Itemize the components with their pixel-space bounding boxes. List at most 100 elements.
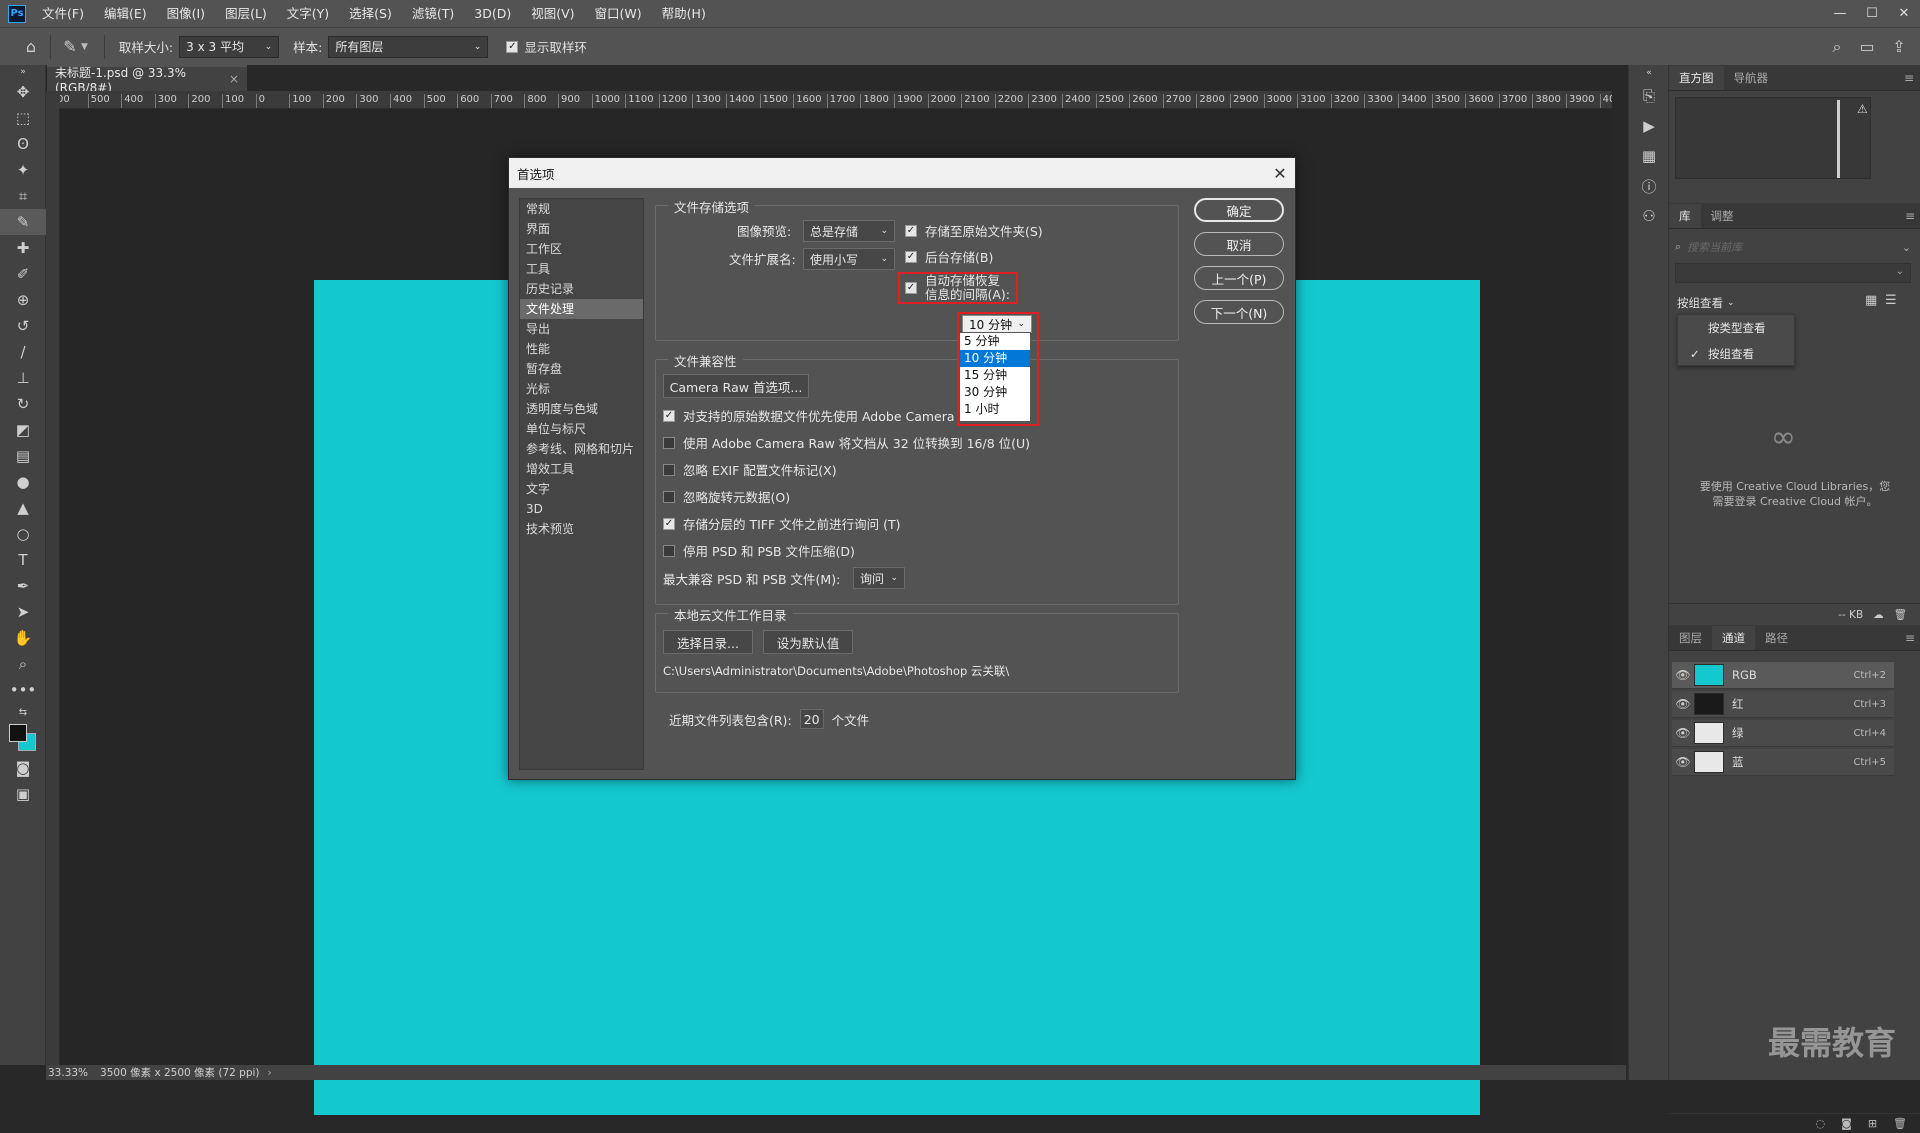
nav-item-4[interactable]: 历史记录 <box>520 279 643 299</box>
eye-icon[interactable]: 👁 <box>1672 668 1694 682</box>
save-to-original-checkbox[interactable]: ✓ <box>905 224 917 237</box>
dropdown-option-1[interactable]: 10 分钟 <box>960 350 1030 367</box>
panel-menu-icon[interactable]: ≡ <box>1905 204 1915 228</box>
tab-adjustments[interactable]: 调整 <box>1701 204 1744 228</box>
home-icon[interactable]: ⌂ <box>20 36 42 58</box>
eyedropper-tool-icon[interactable]: ✎ <box>0 209 46 235</box>
channel-row-blue[interactable]: 👁 蓝 Ctrl+5 <box>1672 749 1894 776</box>
cloud-sync-icon[interactable]: ☁ <box>1873 609 1884 621</box>
compat-option-2-checkbox[interactable] <box>663 436 675 449</box>
magic-wand-icon[interactable]: ✦ <box>0 157 46 183</box>
swap-colors-icon[interactable]: ⇆ <box>0 703 46 721</box>
clone-stamp-icon[interactable]: ⊕ <box>0 287 46 313</box>
load-selection-icon[interactable]: ◌ <box>1816 1117 1826 1130</box>
eye-icon[interactable]: 👁 <box>1672 755 1694 769</box>
menu-item-4[interactable]: 文字(Y) <box>277 0 339 27</box>
compat-option-4[interactable]: 忽略旋转元数据(O) <box>663 487 790 506</box>
move-tool-icon[interactable]: ✥ <box>0 79 46 105</box>
brush-alt-icon[interactable]: / <box>0 339 46 365</box>
eye-icon[interactable]: 👁 <box>1672 697 1694 711</box>
show-ring-checkbox[interactable]: ✓ <box>506 40 519 53</box>
background-save-option[interactable]: ✓ 后台存储(B) <box>905 247 993 266</box>
history-brush-icon[interactable]: ↺ <box>0 313 46 339</box>
tab-libraries[interactable]: 库 <box>1669 204 1701 228</box>
screen-mode-icon[interactable]: ▣ <box>0 781 46 807</box>
library-select[interactable]: ⌄ <box>1675 263 1911 283</box>
extension-select[interactable]: 使用小写 ⌄ <box>803 248 895 270</box>
menu-item-9[interactable]: 窗口(W) <box>585 0 652 27</box>
workspace-icon[interactable]: ▭ <box>1856 36 1878 58</box>
grid-view-icon[interactable]: ▦ <box>1865 293 1877 308</box>
compat-option-5[interactable]: ✓ 存储分层的 TIFF 文件之前进行询问 (T) <box>663 514 901 533</box>
recent-files-input[interactable]: 20 <box>799 709 824 729</box>
nav-item-10[interactable]: 透明度与色域 <box>520 399 643 419</box>
library-search[interactable]: ⌕ 搜索当前库 ⌄ <box>1675 237 1911 257</box>
set-default-button[interactable]: 设为默认值 <box>763 630 853 654</box>
save-to-original-option[interactable]: ✓ 存储至原始文件夹(S) <box>905 221 1043 240</box>
camera-raw-prefs-button[interactable]: Camera Raw 首选项... <box>663 374 809 398</box>
nav-item-6[interactable]: 导出 <box>520 319 643 339</box>
compat-option-5-checkbox[interactable]: ✓ <box>663 517 675 530</box>
compat-option-2[interactable]: 使用 Adobe Camera Raw 将文档从 32 位转换到 16/8 位(… <box>663 433 1030 452</box>
nav-item-2[interactable]: 工作区 <box>520 239 643 259</box>
type-tool-icon[interactable]: T <box>0 547 46 573</box>
dodge-tool-icon[interactable]: ○ <box>0 521 46 547</box>
menu-item-5[interactable]: 选择(S) <box>339 0 402 27</box>
max-compat-select[interactable]: 询问 ⌄ <box>853 567 905 589</box>
crop-tool-icon[interactable]: ⌗ <box>0 183 46 209</box>
close-icon[interactable]: ✕ <box>1265 164 1295 183</box>
actions-panel-icon[interactable]: ▶ <box>1629 111 1669 141</box>
nav-item-12[interactable]: 参考线、网格和切片 <box>520 439 643 459</box>
background-save-checkbox[interactable]: ✓ <box>905 250 917 263</box>
dropdown-option-3[interactable]: 30 分钟 <box>960 384 1030 401</box>
tab-channels[interactable]: 通道 <box>1712 626 1755 650</box>
channel-row-rgb[interactable]: 👁 RGB Ctrl+2 <box>1672 662 1894 689</box>
maximize-icon[interactable]: ☐ <box>1856 0 1888 27</box>
channel-row-red[interactable]: 👁 红 Ctrl+3 <box>1672 691 1894 718</box>
nav-item-1[interactable]: 界面 <box>520 219 643 239</box>
more-tools-icon[interactable]: ••• <box>0 677 46 703</box>
menu-item-10[interactable]: 帮助(H) <box>652 0 716 27</box>
zoom-tool-icon[interactable]: ⌕ <box>0 651 46 677</box>
menu-item-2[interactable]: 图像(I) <box>157 0 215 27</box>
chevron-down-icon[interactable]: ▼ <box>81 42 88 52</box>
minimize-icon[interactable]: — <box>1824 0 1856 27</box>
image-preview-select[interactable]: 总是存储 ⌄ <box>803 220 895 242</box>
tab-histogram[interactable]: 直方图 <box>1669 66 1724 90</box>
marquee-tool-icon[interactable]: ⬚ <box>0 105 46 131</box>
sample-select[interactable]: 所有图层 ⌄ <box>328 35 489 58</box>
nav-item-11[interactable]: 单位与标尺 <box>520 419 643 439</box>
zoom-level[interactable]: 33.33% <box>48 1067 88 1079</box>
trash-icon[interactable]: 🗑 <box>1894 608 1907 621</box>
dropdown-option-0[interactable]: 5 分钟 <box>960 333 1030 350</box>
properties-panel-icon[interactable]: ▦ <box>1629 141 1669 171</box>
chevron-right-icon[interactable]: › <box>268 1067 272 1079</box>
nav-item-15[interactable]: 3D <box>520 499 643 519</box>
dropdown-option-2[interactable]: 15 分钟 <box>960 367 1030 384</box>
foreground-color-swatch[interactable] <box>9 724 27 742</box>
compat-option-4-checkbox[interactable] <box>663 490 675 503</box>
menu-item-6[interactable]: 滤镜(T) <box>402 0 464 27</box>
previous-button[interactable]: 上一个(P) <box>1194 266 1284 290</box>
nav-item-0[interactable]: 常规 <box>520 199 643 219</box>
menu-item-0[interactable]: 文件(F) <box>32 0 94 27</box>
tab-navigator[interactable]: 导航器 <box>1724 66 1779 90</box>
tab-layers[interactable]: 图层 <box>1669 626 1712 650</box>
path-selection-icon[interactable]: ➤ <box>0 599 46 625</box>
choose-directory-button[interactable]: 选择目录... <box>663 630 753 654</box>
nav-item-5[interactable]: 文件处理 <box>520 299 643 319</box>
sample-size-select[interactable]: 3 x 3 平均 ⌄ <box>179 35 280 58</box>
compat-option-3-checkbox[interactable] <box>663 463 675 476</box>
color-swatches[interactable] <box>0 721 46 755</box>
new-channel-icon[interactable]: ⊞ <box>1868 1117 1877 1130</box>
share-icon[interactable]: ⇪ <box>1888 36 1910 58</box>
pen-tool-icon[interactable]: ✒ <box>0 573 46 599</box>
document-tab[interactable]: 未标题-1.psd @ 33.3%(RGB/8#) × <box>47 65 247 95</box>
nav-item-9[interactable]: 光标 <box>520 379 643 399</box>
sharpen-tool-icon[interactable]: ▲ <box>0 495 46 521</box>
eraser-tool-icon[interactable]: ◩ <box>0 417 46 443</box>
dropdown-option-4[interactable]: 1 小时 <box>960 401 1030 418</box>
history-brush-alt-icon[interactable]: ↻ <box>0 391 46 417</box>
blur-tool-icon[interactable]: ● <box>0 469 46 495</box>
list-view-icon[interactable]: ☰ <box>1885 293 1897 308</box>
